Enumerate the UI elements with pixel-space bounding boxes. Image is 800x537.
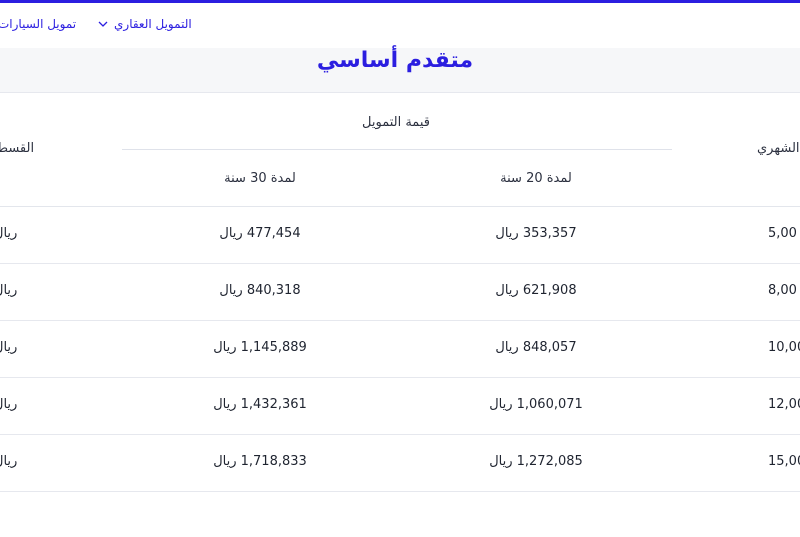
value-20-years-cell: 1,060,071 ريال (489, 397, 583, 412)
monthly-header: الشهري (757, 141, 800, 156)
nav-real-estate-financing[interactable]: التمويل العقاري (98, 17, 192, 31)
main-content: متقدم أساسي قيمة التمويل الشهري القسط لم… (0, 48, 800, 537)
installment-cell: ريال (0, 226, 18, 241)
nav-real-estate-label: التمويل العقاري (114, 17, 192, 31)
funding-value-header: قيمة التمويل (362, 115, 430, 130)
value-30-years-cell: 840,318 ريال (219, 283, 301, 298)
top-navigation: تمويل السيارات التمويل العقاري (0, 0, 800, 48)
page-title: متقدم أساسي (316, 48, 474, 73)
installment-header: القسط (0, 141, 35, 156)
table-row: ريال 1,718,833 ريال 1,272,085 ريال 15,00 (0, 435, 800, 492)
table-row: ريال 1,432,361 ريال 1,060,071 ريال 12,00 (0, 378, 800, 435)
value-20-years-cell: 621,908 ريال (495, 283, 577, 298)
monthly-cell: 12,00 (768, 397, 800, 412)
nav-car-financing[interactable]: تمويل السيارات (0, 17, 76, 31)
installment-cell: ريال (0, 340, 18, 355)
value-30-years-cell: 1,145,889 ريال (213, 340, 307, 355)
value-30-years-cell: 477,454 ريال (219, 226, 301, 241)
funding-header-divider (122, 149, 672, 150)
value-30-years-cell: 1,718,833 ريال (213, 454, 307, 469)
value-20-years-cell: 1,272,085 ريال (489, 454, 583, 469)
monthly-cell: 15,00 (768, 454, 800, 469)
monthly-cell: 5,00 (768, 226, 797, 241)
value-20-years-cell: 353,357 ريال (495, 226, 577, 241)
monthly-cell: 10,00 (768, 340, 800, 355)
chevron-down-icon (98, 21, 108, 27)
value-20-years-cell: 848,057 ريال (495, 340, 577, 355)
value-30-years-cell: 1,432,361 ريال (213, 397, 307, 412)
monthly-cell: 8,00 (768, 283, 797, 298)
installment-cell: ريال (0, 454, 18, 469)
header-20-years: لمدة 20 سنة (500, 171, 572, 186)
table-row: ريال 840,318 ريال 621,908 ريال 8,00 (0, 264, 800, 321)
table-row: ريال 477,454 ريال 353,357 ريال 5,00 (0, 207, 800, 264)
installment-cell: ريال (0, 397, 18, 412)
installment-cell: ريال (0, 283, 18, 298)
financing-table: قيمة التمويل الشهري القسط لمدة 30 سنة لم… (0, 92, 800, 537)
table-row: ريال 1,145,889 ريال 848,057 ريال 10,00 (0, 321, 800, 378)
header-30-years: لمدة 30 سنة (224, 171, 296, 186)
